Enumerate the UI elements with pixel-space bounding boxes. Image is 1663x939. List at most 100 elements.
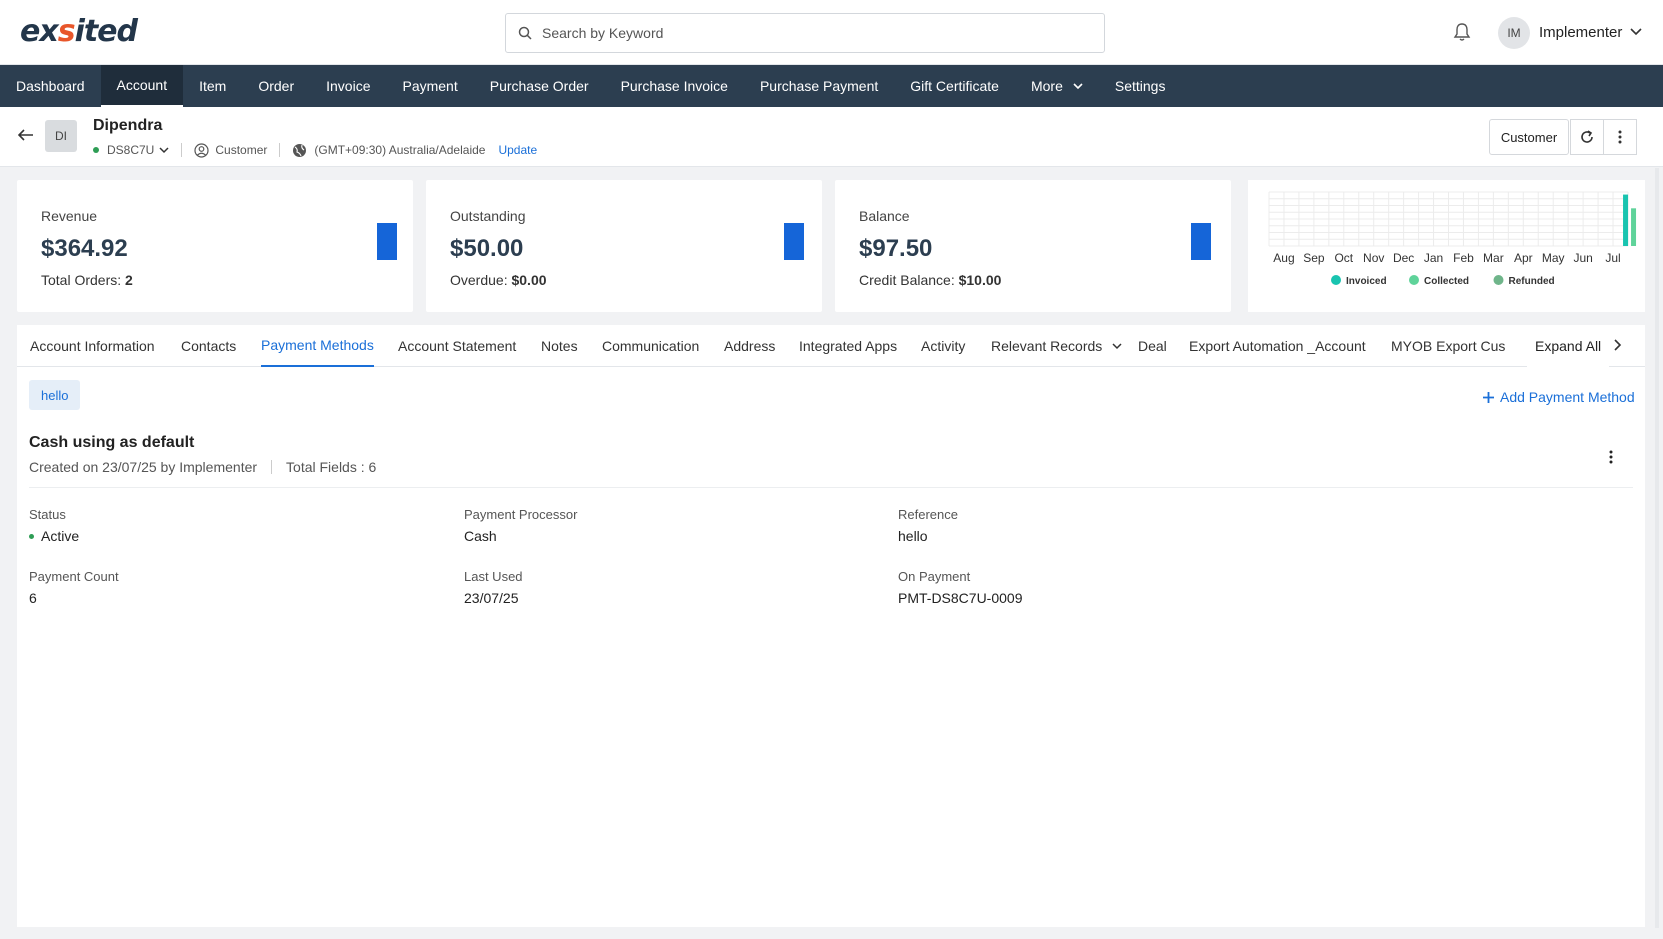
balance-value: $97.50 — [859, 235, 933, 262]
overdue: Overdue: $0.00 — [450, 272, 547, 288]
search-input[interactable] — [542, 22, 1082, 44]
user-circle-icon — [194, 142, 209, 158]
balance-label: Balance — [859, 208, 910, 224]
chart-bar-collected — [1631, 208, 1637, 246]
x-tick-label: Apr — [1514, 251, 1533, 265]
revenue-label: Revenue — [41, 208, 98, 224]
account-avatar: DI — [45, 120, 77, 152]
account-detail-panel: Account Information Contacts Payment Met… — [17, 325, 1645, 927]
exsited-logo[interactable]: exsited — [20, 14, 138, 49]
on-payment-label: On Payment — [898, 569, 971, 584]
nav-purchase-invoice[interactable]: Purchase Invoice — [605, 65, 744, 107]
outstanding-value: $50.00 — [450, 235, 524, 262]
overdue-value: $0.00 — [511, 272, 547, 288]
account-meta: DS8C7U Customer (GMT+09:30) Australia/Ad… — [93, 141, 537, 159]
tab-account-statement[interactable]: Account Statement — [398, 325, 516, 367]
main-nav: Dashboard Account Item Order Invoice Pay… — [0, 65, 1663, 107]
revenue-card: Revenue $364.92 Total Orders: 2 — [17, 180, 413, 312]
legend-label: Collected — [1424, 276, 1469, 287]
back-arrow-icon[interactable] — [18, 129, 34, 141]
x-tick-label: Aug — [1273, 251, 1294, 265]
expand-all-button[interactable]: Expand All — [1527, 325, 1610, 367]
nav-order[interactable]: Order — [242, 65, 310, 107]
legend-swatch — [1493, 275, 1504, 285]
payment-method-subtitle: Created on 23/07/25 by Implementer Total… — [29, 459, 376, 475]
nav-dashboard[interactable]: Dashboard — [0, 65, 101, 107]
credit-balance: Credit Balance: $10.00 — [859, 272, 1001, 288]
payment-processor-label: Payment Processor — [464, 507, 578, 522]
tab-bar: Account Information Contacts Payment Met… — [17, 325, 1645, 367]
section-divider — [29, 487, 1633, 488]
monthly-bar-chart: Aug Sep Oct Nov Dec Jan Feb Mar Apr May Jun Jul Invo… — [1268, 191, 1637, 287]
x-tick-label: Jul — [1605, 251, 1620, 265]
tab-account-information[interactable]: Account Information — [30, 325, 155, 367]
tab-export-automation[interactable]: Export Automation _Account — [1189, 325, 1366, 367]
update-timezone-link[interactable]: Update — [498, 143, 537, 157]
x-tick-label: Jan — [1424, 251, 1443, 265]
nav-item[interactable]: Item — [183, 65, 242, 107]
nav-purchase-payment[interactable]: Purchase Payment — [744, 65, 894, 107]
tab-relevant-records-label: Relevant Records — [991, 338, 1103, 354]
tab-contacts[interactable]: Contacts — [181, 325, 236, 367]
nav-settings[interactable]: Settings — [1099, 65, 1182, 107]
divider — [279, 143, 281, 157]
tab-activity[interactable]: Activity — [921, 325, 965, 367]
x-tick-label: Feb — [1453, 251, 1474, 265]
tab-payment-methods[interactable]: Payment Methods — [261, 325, 374, 367]
nav-account[interactable]: Account — [100, 65, 184, 107]
revenue-value: $364.92 — [41, 235, 128, 262]
tab-address[interactable]: Address — [724, 325, 775, 367]
chevron-right-icon[interactable] — [1614, 339, 1622, 351]
legend-swatch — [1409, 275, 1419, 285]
total-orders-value: 2 — [125, 272, 133, 288]
chevron-down-icon — [1112, 342, 1122, 349]
search-box[interactable] — [505, 13, 1105, 53]
account-code[interactable]: DS8C7U — [107, 143, 154, 157]
nav-more[interactable]: More — [1015, 65, 1099, 107]
more-actions-button[interactable] — [1603, 119, 1637, 155]
user-name[interactable]: Implementer — [1539, 24, 1622, 41]
tab-relevant-records[interactable]: Relevant Records — [991, 325, 1122, 367]
tab-myob-export[interactable]: MYOB Export Cus — [1391, 325, 1505, 367]
monthly-chart-card: Aug Sep Oct Nov Dec Jan Feb Mar Apr May Jun Jul Invo… — [1248, 180, 1645, 312]
nav-invoice[interactable]: Invoice — [310, 65, 386, 107]
divider — [271, 460, 273, 474]
nav-more-label: More — [1030, 78, 1063, 94]
nav-purchase-order[interactable]: Purchase Order — [474, 65, 605, 107]
nav-gift-certificate[interactable]: Gift Certificate — [894, 65, 1015, 107]
nav-payment[interactable]: Payment — [386, 65, 473, 107]
customer-button[interactable]: Customer — [1489, 119, 1569, 155]
x-tick-label: Oct — [1334, 251, 1353, 265]
outstanding-label: Outstanding — [450, 208, 526, 224]
status-value: Active — [29, 528, 79, 544]
payment-method-chip[interactable]: hello — [29, 380, 81, 410]
x-tick-label: Mar — [1483, 251, 1504, 265]
tab-communication[interactable]: Communication — [602, 325, 699, 367]
kebab-menu-icon[interactable] — [1609, 450, 1613, 464]
tab-notes[interactable]: Notes — [541, 325, 578, 367]
outstanding-bar — [784, 223, 804, 260]
outstanding-card: Outstanding $50.00 Overdue: $0.00 — [426, 180, 822, 312]
tab-deal[interactable]: Deal — [1138, 325, 1167, 367]
top-header: exsited IM Implementer — [0, 0, 1663, 65]
on-payment-value: PMT-DS8C7U-0009 — [898, 590, 1023, 606]
legend-label: Refunded — [1509, 276, 1555, 287]
account-name: Dipendra — [93, 117, 163, 134]
legend-label: Invoiced — [1346, 276, 1387, 287]
status-dot — [93, 147, 99, 153]
legend-swatch — [1331, 275, 1341, 285]
user-avatar[interactable]: IM — [1498, 17, 1530, 49]
x-tick-label: Dec — [1393, 251, 1414, 265]
chevron-down-icon[interactable] — [159, 146, 169, 154]
chevron-down-icon — [1073, 82, 1083, 89]
revenue-bar — [377, 223, 397, 260]
page-scrollbar[interactable] — [1655, 168, 1659, 928]
bell-icon[interactable] — [1453, 22, 1471, 42]
balance-card: Balance $97.50 Credit Balance: $10.00 — [835, 180, 1231, 312]
refresh-button[interactable] — [1570, 119, 1604, 155]
account-header: DI Dipendra DS8C7U Customer (GMT+09:30) … — [0, 107, 1663, 167]
tab-integrated-apps[interactable]: Integrated Apps — [799, 325, 897, 367]
account-timezone: (GMT+09:30) Australia/Adelaide — [314, 143, 486, 157]
chevron-down-icon[interactable] — [1630, 28, 1642, 36]
add-payment-method-button[interactable]: Add Payment Method — [1483, 389, 1635, 405]
